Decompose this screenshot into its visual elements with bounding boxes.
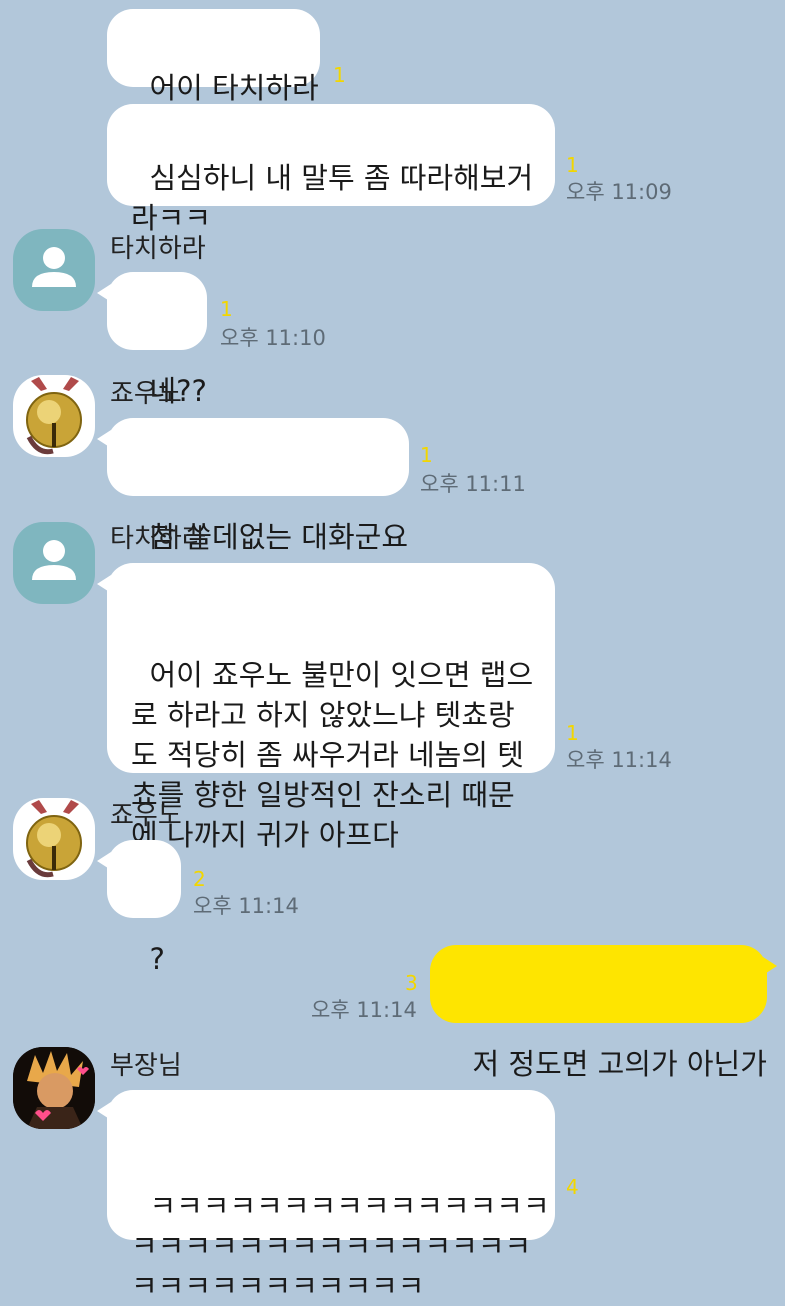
message-bubble[interactable]: ㅋㅋㅋㅋㅋㅋㅋㅋㅋㅋㅋㅋㅋㅋㅋ ㅋㅋㅋㅋㅋㅋㅋㅋㅋㅋㅋㅋㅋㅋㅋ ㅋㅋㅋㅋㅋㅋㅋㅋ…	[97, 1090, 555, 1303]
unread-count: 1	[333, 63, 346, 87]
message-timestamp: 오후 11:14	[566, 748, 672, 772]
avatar[interactable]	[13, 1047, 95, 1129]
sender-name: 죠우노	[110, 379, 182, 409]
default-person-icon	[32, 540, 76, 580]
avatar[interactable]	[13, 229, 95, 311]
message-timestamp: 오후 11:10	[220, 326, 326, 350]
anime-character-photo	[13, 1047, 95, 1129]
unread-count: 1	[420, 443, 433, 467]
avatar[interactable]	[13, 375, 95, 457]
unread-count: 4	[566, 1175, 579, 1199]
message-text: ?	[149, 942, 165, 976]
bubble-tail	[763, 957, 777, 975]
message-bubble[interactable]: ?	[97, 840, 181, 976]
bubble-tail	[97, 284, 111, 302]
unread-count: 3	[405, 971, 418, 995]
message-timestamp: 오후 11:14	[311, 998, 417, 1022]
unread-count: 2	[193, 867, 206, 891]
sender-name: 타치하라	[110, 524, 206, 554]
default-person-icon	[32, 247, 76, 287]
avatar[interactable]	[13, 798, 95, 880]
sender-name: 죠우노	[110, 801, 182, 831]
avatar[interactable]	[13, 522, 95, 604]
message-bubble[interactable]: 어이 타치하라	[107, 9, 320, 105]
sender-name: 타치하라	[110, 234, 206, 264]
message-bubble[interactable]: 네??	[97, 272, 207, 408]
sender-name: 부장님	[110, 1051, 182, 1081]
message-text: 어이 타치하라	[149, 71, 319, 105]
message-text: 저 정도면 고의가 아닌가	[472, 1047, 767, 1081]
message-text: 심심하니 내 말투 좀 따라해보거 라ㅋㅋ	[131, 161, 534, 235]
my-message-bubble[interactable]: 저 정도면 고의가 아닌가	[430, 945, 777, 1081]
message-text: ㅋㅋㅋㅋㅋㅋㅋㅋㅋㅋㅋㅋㅋㅋㅋ ㅋㅋㅋㅋㅋㅋㅋㅋㅋㅋㅋㅋㅋㅋㅋ ㅋㅋㅋㅋㅋㅋㅋㅋ…	[131, 1189, 550, 1303]
unread-count: 1	[220, 297, 233, 321]
golden-bell-icon	[26, 800, 82, 878]
golden-bell-icon	[26, 377, 82, 455]
message-timestamp: 오후 11:11	[420, 472, 526, 496]
bubble-tail	[97, 575, 111, 593]
bubble-tail	[97, 430, 111, 448]
unread-count: 1	[566, 721, 579, 745]
bubble-tail	[97, 1102, 111, 1120]
unread-count: 1	[566, 153, 579, 177]
message-bubble[interactable]: 심심하니 내 말투 좀 따라해보거 라ㅋㅋ	[107, 104, 555, 235]
message-bubble[interactable]: 참 쓸데없는 대화군요	[97, 418, 409, 554]
message-timestamp: 오후 11:09	[566, 180, 672, 204]
bubble-tail	[97, 852, 111, 870]
message-bubble[interactable]: 어이 죠우노 불만이 잇으면 랩으 로 하라고 하지 않았느냐 텟쵸랑 도 적당…	[97, 563, 555, 852]
message-timestamp: 오후 11:14	[193, 894, 299, 918]
message-text: 어이 죠우노 불만이 잇으면 랩으 로 하라고 하지 않았느냐 텟쵸랑 도 적당…	[131, 658, 534, 852]
